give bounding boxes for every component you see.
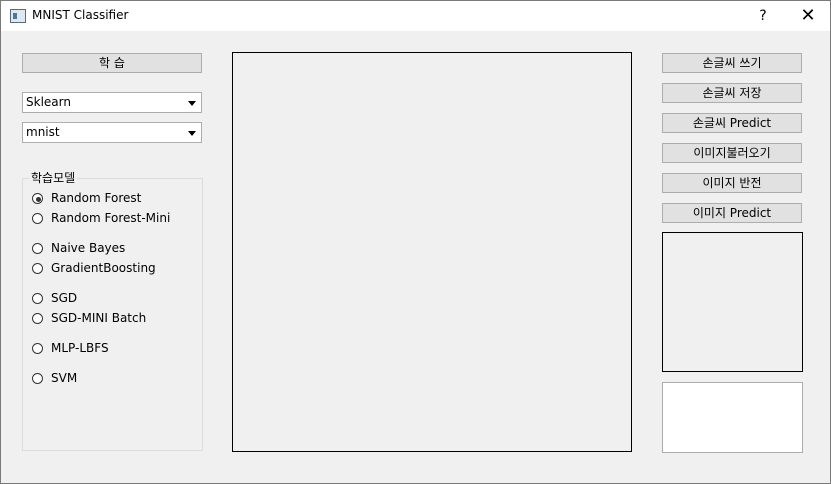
radio-label: MLP-LBFS xyxy=(51,341,109,355)
radio-circle-icon xyxy=(32,373,43,384)
radio-label: Random Forest-Mini xyxy=(51,211,171,225)
dataset-select-value: mnist xyxy=(26,125,60,139)
app-icon xyxy=(10,9,26,23)
prediction-result-box xyxy=(662,382,803,453)
radio-circle-icon xyxy=(32,293,43,304)
main-window: MNIST Classifier ? ✕ 학 습 Sklearn mnist 학… xyxy=(0,0,831,484)
chevron-down-icon xyxy=(188,101,196,106)
radio-circle-icon xyxy=(32,193,43,204)
invert-image-button[interactable]: 이미지 반전 xyxy=(662,173,802,193)
framework-select-value: Sklearn xyxy=(26,95,71,109)
radio-circle-icon xyxy=(32,243,43,254)
help-button[interactable]: ? xyxy=(753,3,773,29)
load-image-button[interactable]: 이미지불러오기 xyxy=(662,143,802,163)
dataset-select[interactable]: mnist xyxy=(22,122,202,143)
radio-circle-icon xyxy=(32,313,43,324)
close-button[interactable]: ✕ xyxy=(795,3,821,29)
predict-image-button[interactable]: 이미지 Predict xyxy=(662,203,802,223)
radio-label: GradientBoosting xyxy=(51,261,156,275)
radio-circle-icon xyxy=(32,213,43,224)
framework-select[interactable]: Sklearn xyxy=(22,92,202,113)
radio-label: SGD xyxy=(51,291,78,305)
train-button[interactable]: 학 습 xyxy=(22,53,202,73)
radio-label: Naive Bayes xyxy=(51,241,126,255)
drawing-canvas[interactable] xyxy=(232,52,632,452)
radio-circle-icon xyxy=(32,263,43,274)
draw-handwriting-button[interactable]: 손글씨 쓰기 xyxy=(662,53,802,73)
image-preview xyxy=(662,232,803,372)
radio-label: SGD-MINI Batch xyxy=(51,311,147,325)
model-group-label: 학습모델 xyxy=(29,169,78,186)
save-handwriting-button[interactable]: 손글씨 저장 xyxy=(662,83,802,103)
title-bar: MNIST Classifier ? ✕ xyxy=(1,1,830,31)
radio-label: SVM xyxy=(51,371,78,385)
window-title: MNIST Classifier xyxy=(32,8,129,22)
chevron-down-icon xyxy=(188,131,196,136)
radio-circle-icon xyxy=(32,343,43,354)
radio-label: Random Forest xyxy=(51,191,142,205)
radio-dot-icon xyxy=(36,197,41,202)
predict-handwriting-button[interactable]: 손글씨 Predict xyxy=(662,113,802,133)
